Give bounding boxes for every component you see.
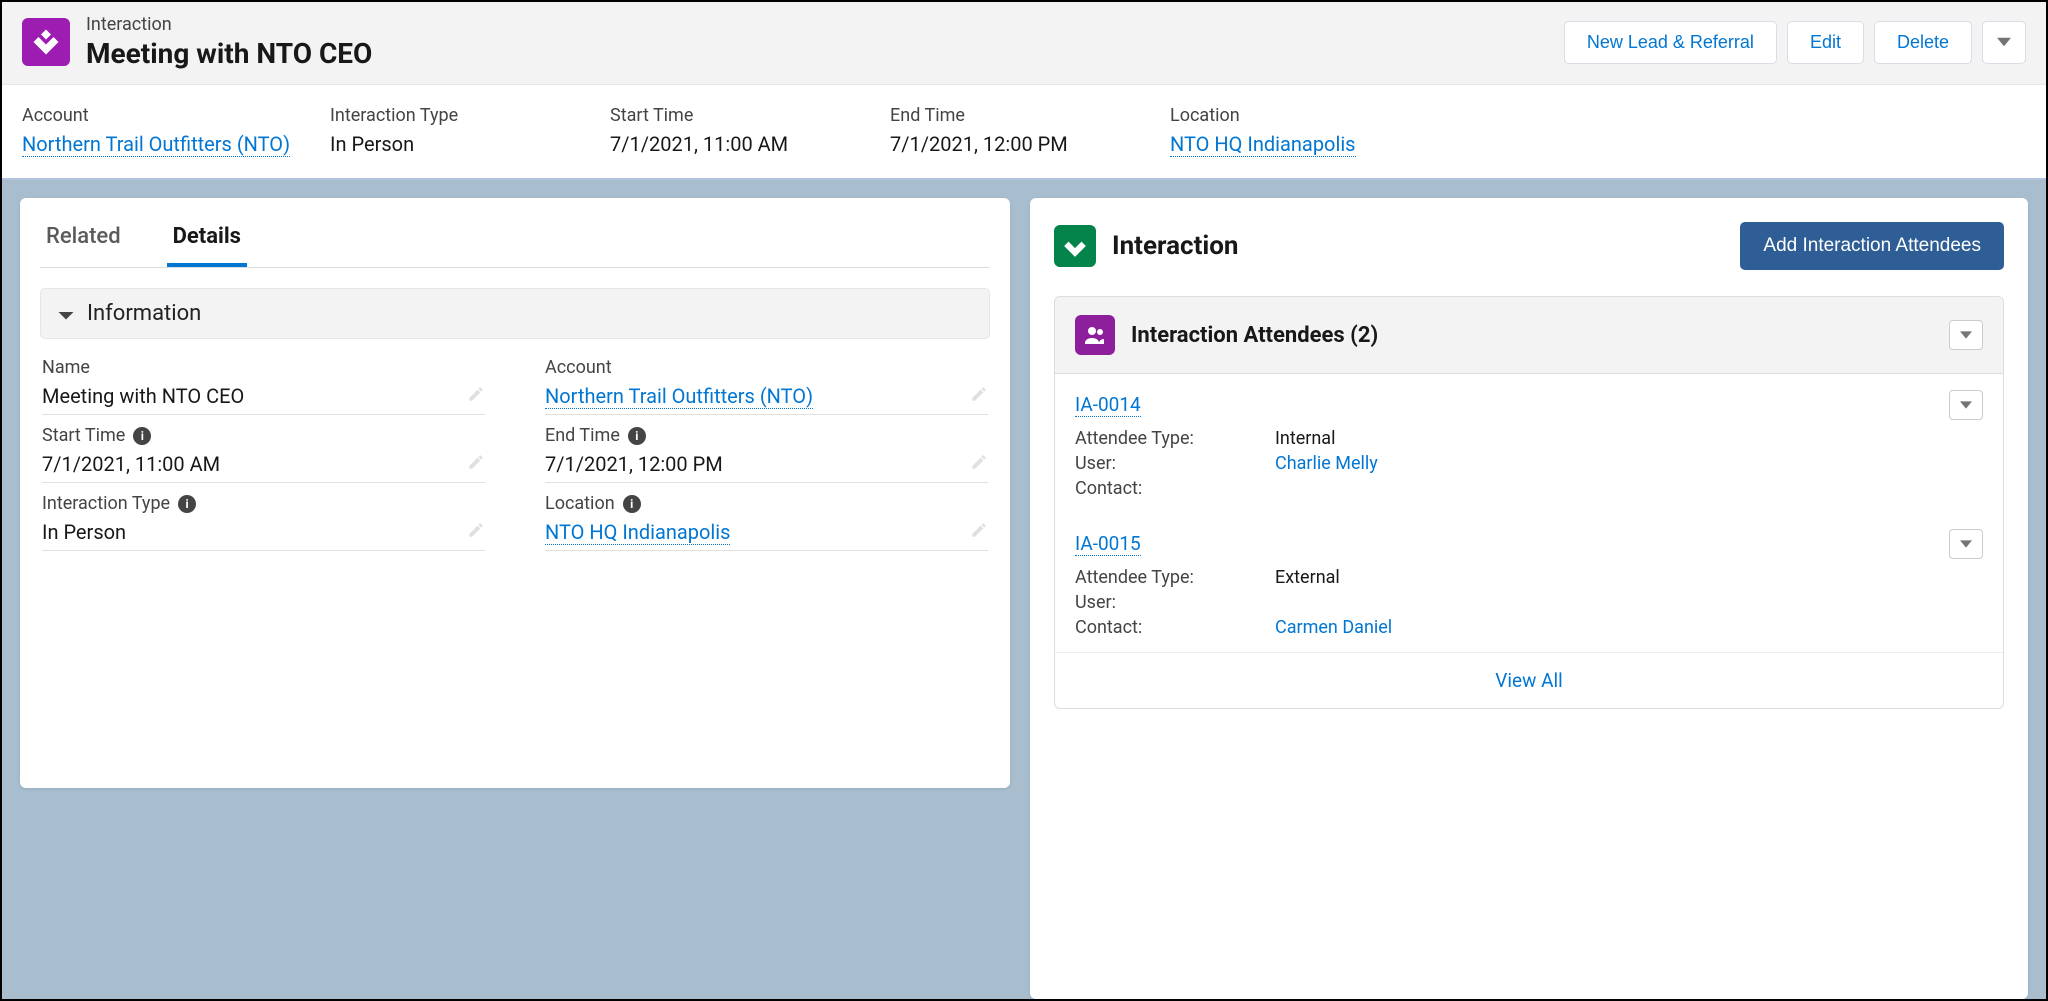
attendee-id-link[interactable]: IA-0015 [1075,532,1141,556]
info-icon[interactable]: i [133,427,151,445]
details-panel: Related Details Information Name Meeting… [20,198,1010,788]
field-account-label: Account [545,357,988,378]
info-icon[interactable]: i [628,427,646,445]
interaction-attendees-card: Interaction Attendees (2) IA-0014 Atten [1054,296,2004,709]
attendee-contact-label: Contact: [1075,478,1275,499]
attendee-type-label: Attendee Type: [1075,567,1275,588]
hl-end: End Time 7/1/2021, 12:00 PM [890,105,1130,156]
edit-location-pencil-icon[interactable] [970,521,988,544]
delete-button[interactable]: Delete [1874,21,1972,64]
hl-type-value: In Person [330,132,570,156]
field-account-link[interactable]: Northern Trail Outfitters (NTO) [545,384,813,409]
attendee-type-label: Attendee Type: [1075,428,1275,449]
field-interaction-type: Interaction Type i In Person [42,493,485,551]
tab-bar: Related Details [40,214,990,268]
record-header: Interaction Meeting with NTO CEO New Lea… [2,2,2046,85]
attendee-type-value: External [1275,567,1340,588]
field-location-label: Location [545,493,615,514]
view-all-link[interactable]: View All [1495,669,1562,692]
attendee-contact-link[interactable]: Carmen Daniel [1275,617,1392,638]
hl-type-label: Interaction Type [330,105,570,126]
header-titles: Interaction Meeting with NTO CEO [86,14,372,70]
hl-location-link[interactable]: NTO HQ Indianapolis [1170,132,1355,157]
interaction-sidebar-title: Interaction [1112,231,1724,261]
attendee-item: IA-0014 Attendee Type: Internal User: Ch… [1055,374,2003,513]
edit-start-pencil-icon[interactable] [467,453,485,476]
field-name-label: Name [42,357,485,378]
attendee-type-value: Internal [1275,428,1335,449]
detail-grid: Name Meeting with NTO CEO Account Northe… [40,357,990,561]
attendee-user-link[interactable]: Charlie Melly [1275,453,1378,474]
edit-account-pencil-icon[interactable] [970,385,988,408]
field-account: Account Northern Trail Outfitters (NTO) [545,357,988,415]
page-title: Meeting with NTO CEO [86,37,372,70]
hl-account-link[interactable]: Northern Trail Outfitters (NTO) [22,132,290,157]
attendee-row-menu[interactable] [1949,390,1983,420]
field-start-label: Start Time [42,425,125,446]
hl-start-value: 7/1/2021, 11:00 AM [610,132,850,156]
attendees-card-title: Interaction Attendees (2) [1131,323,1933,348]
hl-type: Interaction Type In Person [330,105,570,156]
add-interaction-attendees-button[interactable]: Add Interaction Attendees [1740,222,2004,270]
hl-account-label: Account [22,105,290,126]
hl-location: Location NTO HQ Indianapolis [1170,105,1410,156]
edit-end-pencil-icon[interactable] [970,453,988,476]
tab-related[interactable]: Related [40,214,127,267]
field-start-value: 7/1/2021, 11:00 AM [42,452,220,476]
attendees-card-header: Interaction Attendees (2) [1055,297,2003,374]
field-location-link[interactable]: NTO HQ Indianapolis [545,520,730,545]
edit-type-pencil-icon[interactable] [467,521,485,544]
interaction-icon [22,18,70,66]
highlights-panel: Account Northern Trail Outfitters (NTO) … [2,85,2046,180]
attendees-card-menu[interactable] [1949,320,1983,350]
edit-button[interactable]: Edit [1787,21,1864,64]
field-name-value: Meeting with NTO CEO [42,384,244,408]
more-actions-dropdown[interactable] [1982,21,2026,64]
field-start-time: Start Time i 7/1/2021, 11:00 AM [42,425,485,483]
field-name: Name Meeting with NTO CEO [42,357,485,415]
field-type-label: Interaction Type [42,493,170,514]
header-left: Interaction Meeting with NTO CEO [22,14,372,70]
interaction-sidebar-header: Interaction Add Interaction Attendees [1054,222,2004,270]
chevron-down-icon [57,305,75,323]
hl-end-value: 7/1/2021, 12:00 PM [890,132,1130,156]
interaction-sidebar: Interaction Add Interaction Attendees In… [1030,198,2028,999]
hl-location-label: Location [1170,105,1410,126]
section-information-title: Information [87,301,201,326]
view-all-footer: View All [1055,652,2003,708]
edit-name-pencil-icon[interactable] [467,385,485,408]
attendee-id-link[interactable]: IA-0014 [1075,393,1141,417]
field-end-value: 7/1/2021, 12:00 PM [545,452,723,476]
attendee-user-label: User: [1075,592,1275,613]
field-end-time: End Time i 7/1/2021, 12:00 PM [545,425,988,483]
object-type-label: Interaction [86,14,372,35]
header-actions: New Lead & Referral Edit Delete [1564,21,2026,64]
attendee-contact-label: Contact: [1075,617,1275,638]
new-lead-referral-button[interactable]: New Lead & Referral [1564,21,1777,64]
section-information-header[interactable]: Information [40,288,990,339]
attendee-user-label: User: [1075,453,1275,474]
tab-details[interactable]: Details [167,214,247,267]
info-icon[interactable]: i [178,495,196,513]
handshake-icon [1054,225,1096,267]
field-location: Location i NTO HQ Indianapolis [545,493,988,551]
attendee-row-menu[interactable] [1949,529,1983,559]
field-end-label: End Time [545,425,620,446]
caret-down-icon [1997,35,2011,49]
hl-account: Account Northern Trail Outfitters (NTO) [22,105,290,156]
hl-start: Start Time 7/1/2021, 11:00 AM [610,105,850,156]
info-icon[interactable]: i [623,495,641,513]
page-root: Interaction Meeting with NTO CEO New Lea… [0,0,2048,1001]
attendee-item: IA-0015 Attendee Type: External User: [1055,513,2003,652]
field-type-value: In Person [42,520,126,544]
people-icon [1075,315,1115,355]
hl-end-label: End Time [890,105,1130,126]
content-area: Related Details Information Name Meeting… [2,180,2046,999]
hl-start-label: Start Time [610,105,850,126]
